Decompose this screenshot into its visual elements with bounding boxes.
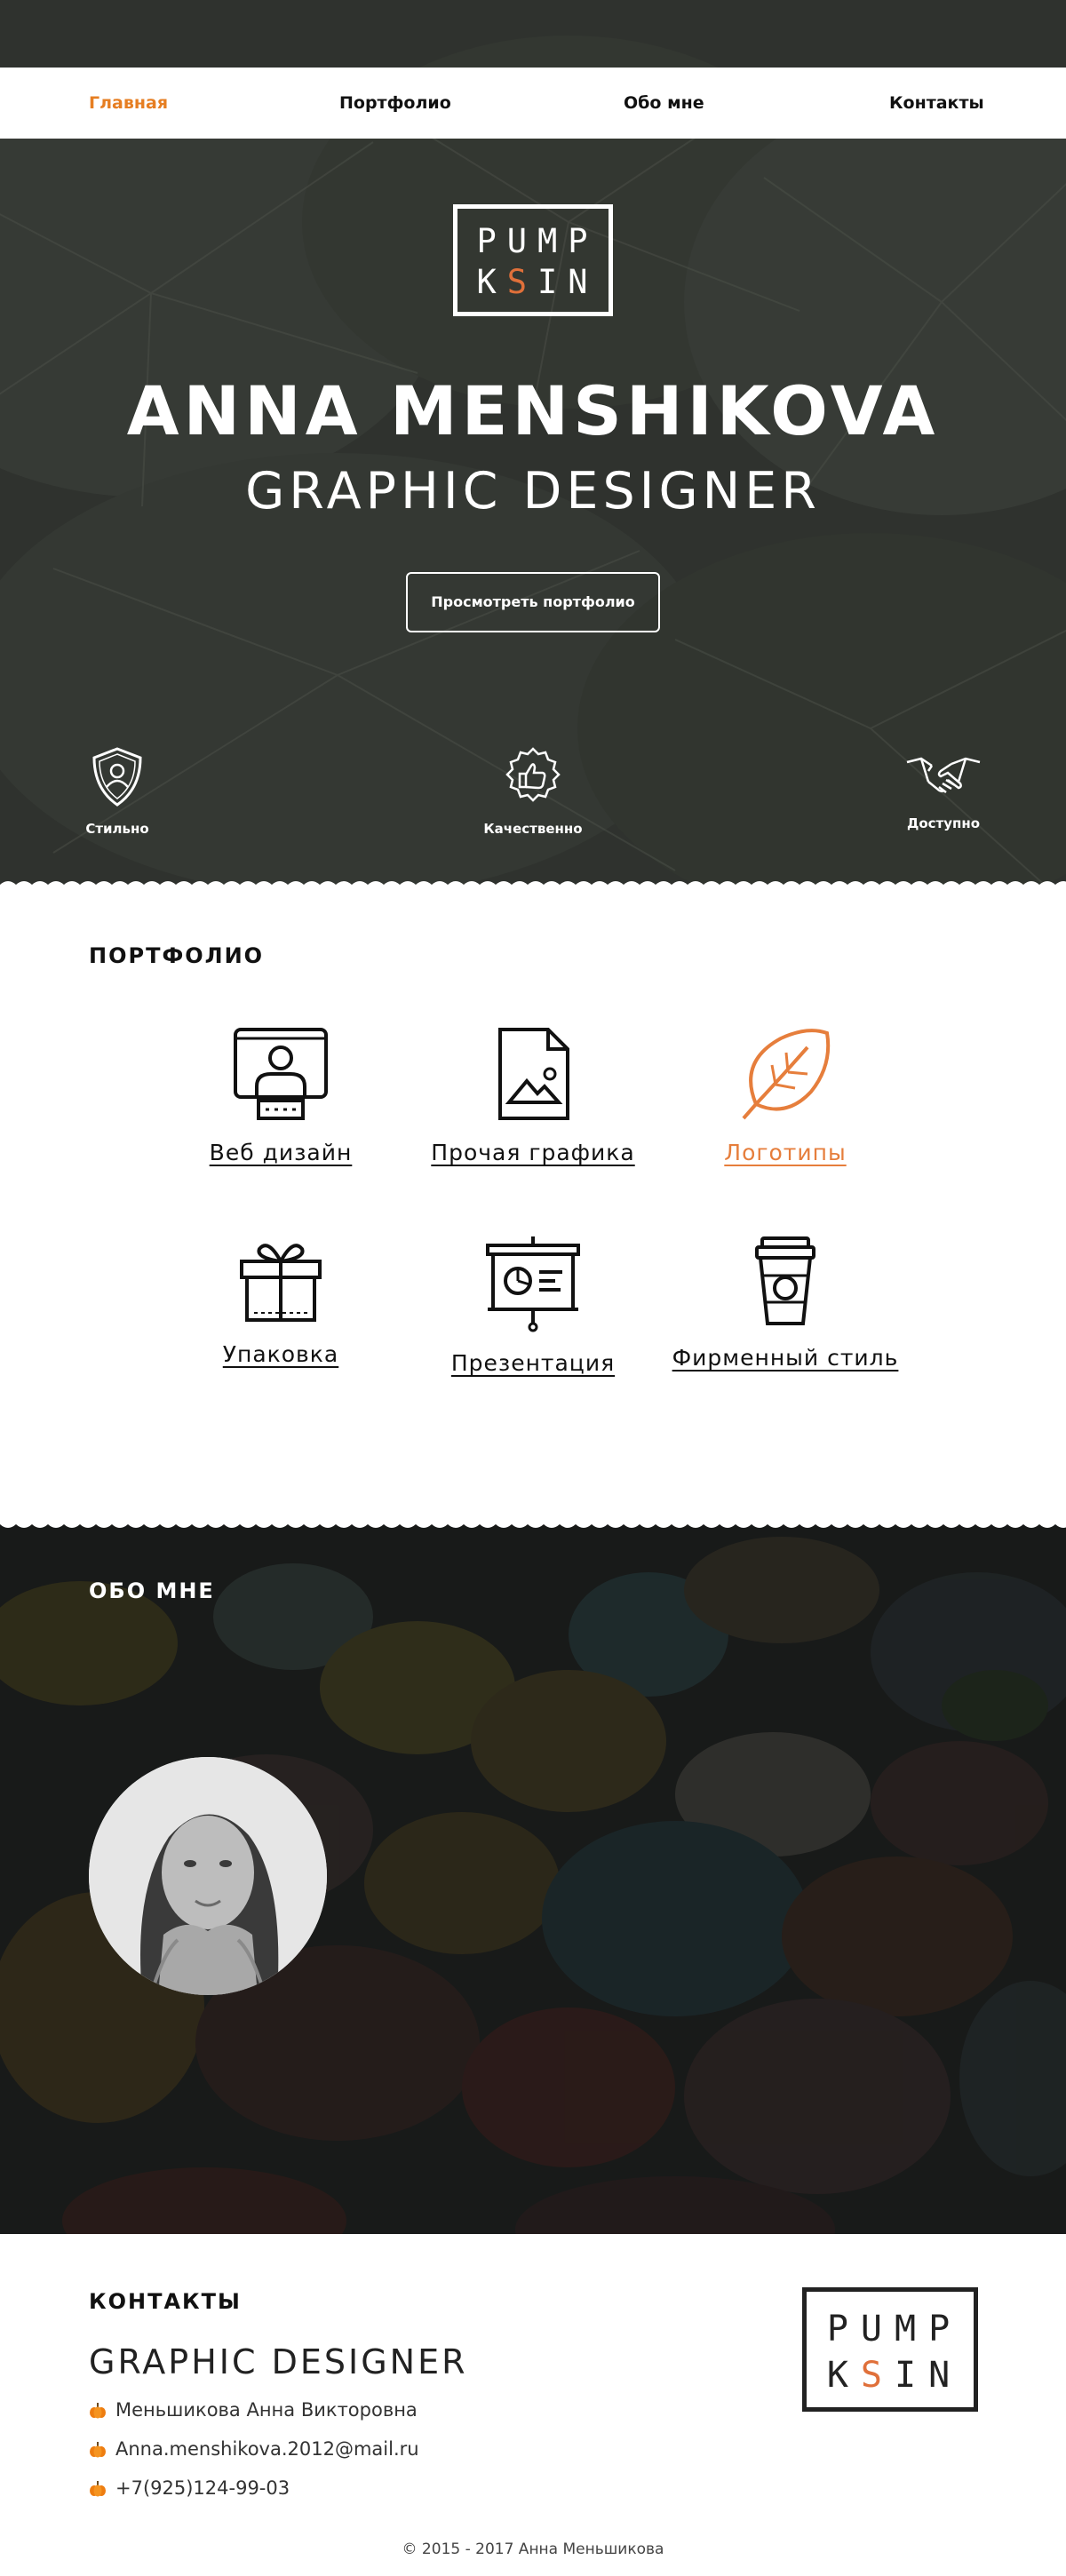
logo-letters-in: IN xyxy=(895,2355,963,2396)
contacts-title: КОНТАКТЫ xyxy=(89,2289,242,2314)
footer-logo: PUMP KSIN xyxy=(802,2287,978,2412)
feature-label: Качественно xyxy=(483,821,583,837)
hero-role: GRAPHIC DESIGNER xyxy=(245,462,821,521)
portfolio-item-label: Презентация xyxy=(450,1350,616,1376)
feature-stylish: Стильно xyxy=(28,746,206,837)
contact-name-row: Меньшикова Анна Викторовна xyxy=(89,2399,418,2421)
logo-line-2: KSIN xyxy=(807,2352,974,2398)
portfolio-item-label: Упаковка xyxy=(222,1341,339,1367)
pumpkin-bullet-icon xyxy=(90,2442,106,2458)
portfolio-item-corporate-identity[interactable]: Фирменный стиль xyxy=(670,1235,901,1371)
copyright: © 2015 - 2017 Анна Меньшикова xyxy=(402,2540,664,2558)
logo-letters-in: IN xyxy=(537,263,599,301)
image-file-icon xyxy=(498,1028,569,1120)
portfolio-item-packaging[interactable]: Упаковка xyxy=(165,1235,396,1367)
logo-mark: S xyxy=(506,263,537,301)
thumbs-up-badge-icon xyxy=(505,747,561,802)
monitor-user-icon xyxy=(234,1028,328,1120)
contact-phone[interactable]: +7(925)124-99-03 xyxy=(115,2477,290,2499)
portfolio-item-label: Логотипы xyxy=(724,1140,847,1165)
hero-logo: PUMP KSIN xyxy=(453,204,613,316)
portfolio-item-logos[interactable]: Логотипы xyxy=(670,1026,901,1165)
nav-portfolio[interactable]: Портфолио xyxy=(339,68,451,139)
logo-line-2: KSIN xyxy=(457,262,609,303)
contact-email-row: Anna.menshikova.2012@mail.ru xyxy=(89,2438,419,2460)
contacts-role: GRAPHIC DESIGNER xyxy=(89,2342,468,2381)
logo-line-1: PUMP xyxy=(476,222,599,260)
nav-home[interactable]: Главная xyxy=(89,68,168,139)
portfolio-item-label: Веб дизайн xyxy=(209,1140,353,1165)
contact-phone-row: +7(925)124-99-03 xyxy=(89,2477,290,2499)
hero-wave-divider xyxy=(0,881,1066,899)
gift-box-icon xyxy=(240,1244,322,1322)
logo-letter-k: K xyxy=(476,263,507,301)
presentation-board-icon xyxy=(486,1236,580,1332)
profile-photo xyxy=(89,1757,327,1995)
portfolio-title: ПОРТФОЛИО xyxy=(89,943,265,968)
logo-line-1: PUMP xyxy=(826,2309,963,2349)
nav-about[interactable]: Обо мне xyxy=(624,68,704,139)
handshake-icon xyxy=(906,757,981,793)
hero-name: ANNA MENSHIKOVA xyxy=(126,371,940,450)
leaf-icon xyxy=(742,1029,831,1120)
portfolio-item-label: Фирменный стиль xyxy=(672,1345,899,1371)
hero-section: Главная Портфолио Обо мне Контакты PUMP … xyxy=(0,0,1066,888)
about-title: ОБО МНЕ xyxy=(89,1578,215,1603)
contact-name: Меньшикова Анна Викторовна xyxy=(115,2399,418,2421)
view-portfolio-button[interactable]: Просмотреть портфолио xyxy=(406,572,660,632)
shield-user-icon xyxy=(92,747,142,807)
coffee-cup-icon xyxy=(755,1236,815,1325)
feature-label: Стильно xyxy=(85,821,149,837)
about-wave-divider xyxy=(0,1510,1066,1528)
pumpkin-bullet-icon xyxy=(90,2403,106,2419)
nav-contacts[interactable]: Контакты xyxy=(889,68,984,139)
portrait-image xyxy=(89,1757,327,1995)
portfolio-item-presentation[interactable]: Презентация xyxy=(418,1235,648,1376)
logo-mark: S xyxy=(860,2355,895,2396)
portfolio-item-web-design[interactable]: Веб дизайн xyxy=(165,1026,396,1165)
pumpkin-bullet-icon xyxy=(90,2481,106,2497)
feature-quality: Качественно xyxy=(444,746,622,837)
feature-label: Доступно xyxy=(906,815,981,831)
top-navigation: Главная Портфолио Обо мне Контакты xyxy=(0,68,1066,139)
feature-affordable: Доступно xyxy=(855,746,1032,831)
portfolio-item-label: Прочая графика xyxy=(431,1140,635,1165)
logo-letter-k: K xyxy=(826,2355,861,2396)
portfolio-item-other-graphics[interactable]: Прочая графика xyxy=(418,1026,648,1165)
contact-email[interactable]: Anna.menshikova.2012@mail.ru xyxy=(115,2438,419,2460)
